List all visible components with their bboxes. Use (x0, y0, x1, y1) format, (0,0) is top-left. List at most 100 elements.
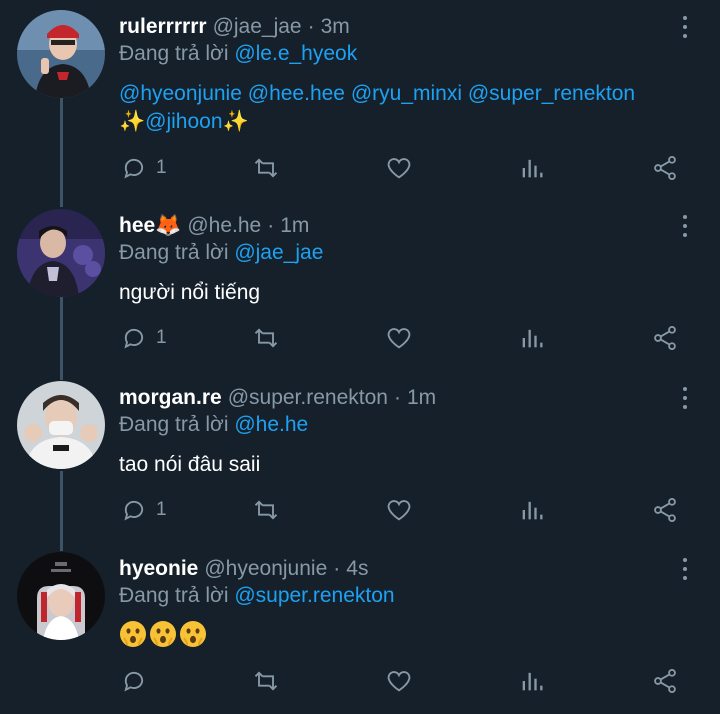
like-icon (387, 328, 411, 349)
analytics-button[interactable] (518, 152, 546, 184)
display-name[interactable]: hee🦊 (119, 214, 181, 238)
like-button[interactable] (385, 322, 413, 354)
share-button[interactable] (651, 665, 679, 697)
retweet-button[interactable] (252, 322, 280, 354)
tweet-header: hyeonie @hyeonjunie · 4s (119, 554, 680, 584)
separator-dot: · (393, 386, 401, 409)
reply-button[interactable]: 1 (120, 494, 167, 526)
astonished-face-emoji (120, 621, 146, 647)
reply-icon (124, 501, 144, 521)
mention-link[interactable]: @ryu_minxi (351, 82, 462, 105)
avatar[interactable] (17, 209, 105, 297)
retweet-button[interactable] (252, 494, 280, 526)
analytics-icon (522, 672, 543, 691)
replying-to-label: Đang trả lời (119, 241, 229, 264)
replying-to: Đang trả lời @jae_jae (119, 241, 323, 265)
replying-to: Đang trả lời @he.he (119, 413, 308, 437)
retweet-icon (254, 500, 278, 520)
like-icon (387, 158, 411, 179)
retweet-icon (254, 671, 278, 691)
replying-to: Đang trả lời @super.renekton (119, 584, 395, 608)
mention-link[interactable]: @super.renekton (234, 584, 394, 607)
tweet-header: hee🦊 @he.he · 1m (119, 211, 680, 241)
action-bar: 1 (0, 494, 720, 526)
analytics-icon (522, 501, 543, 520)
share-icon (654, 155, 676, 181)
tweet-header: rulerrrrrr @jae_jae · 3m (119, 12, 680, 42)
astonished-face-emoji (180, 621, 206, 647)
analytics-icon (522, 329, 543, 348)
tweet[interactable]: hee🦊 @he.he · 1m Đang trả lời @jae_jae n… (0, 209, 720, 369)
reply-button[interactable]: 1 (120, 322, 167, 354)
retweet-icon (254, 328, 278, 348)
mention-link[interactable]: @jihoon (145, 110, 222, 133)
share-button[interactable] (651, 494, 679, 526)
analytics-button[interactable] (518, 665, 546, 697)
tweet-text: @hyeonjunie @hee.hee @ryu_minxi @super_r… (119, 80, 699, 136)
action-bar: 1 (0, 322, 720, 354)
action-bar (0, 665, 720, 697)
retweet-button[interactable] (252, 665, 280, 697)
replying-to-label: Đang trả lời (119, 413, 229, 436)
tweet[interactable]: rulerrrrrr @jae_jae · 3m Đang trả lời @l… (0, 10, 720, 190)
more-icon[interactable] (678, 14, 692, 40)
mention-link[interactable]: @jae_jae (234, 241, 323, 264)
emoji-row (119, 620, 699, 648)
reply-button[interactable]: 1 (120, 152, 167, 184)
more-icon[interactable] (678, 213, 692, 239)
avatar[interactable] (17, 10, 105, 98)
timestamp[interactable]: 1m (407, 386, 436, 410)
analytics-button[interactable] (518, 322, 546, 354)
reply-count: 1 (156, 157, 167, 178)
timestamp[interactable]: 1m (280, 214, 309, 238)
avatar[interactable] (17, 552, 105, 640)
astonished-face-emoji (150, 621, 176, 647)
avatar[interactable] (17, 381, 105, 469)
reply-icon (124, 329, 144, 349)
like-button[interactable] (385, 665, 413, 697)
reply-count: 1 (156, 499, 167, 520)
separator-dot: · (333, 557, 341, 580)
separator-dot: · (267, 214, 275, 237)
mention-link[interactable]: @hee.hee (248, 82, 345, 105)
user-handle[interactable]: @jae_jae (213, 15, 302, 39)
tweet[interactable]: hyeonie @hyeonjunie · 4s Đang trả lời @s… (0, 552, 720, 712)
tweet[interactable]: morgan.re @super.renekton · 1m Đang trả … (0, 381, 720, 541)
like-icon (387, 671, 411, 692)
more-icon[interactable] (678, 556, 692, 582)
timestamp[interactable]: 3m (321, 15, 350, 39)
reply-count: 1 (156, 327, 167, 348)
user-handle[interactable]: @super.renekton (228, 386, 388, 410)
share-button[interactable] (651, 322, 679, 354)
like-button[interactable] (385, 152, 413, 184)
share-icon (654, 497, 676, 523)
tweet-text: người nổi tiếng (119, 281, 261, 304)
more-icon[interactable] (678, 385, 692, 411)
reply-button[interactable] (120, 665, 156, 697)
display-name[interactable]: morgan.re (119, 386, 222, 410)
like-icon (387, 500, 411, 521)
retweet-icon (254, 158, 278, 178)
timestamp[interactable]: 4s (346, 557, 368, 581)
retweet-button[interactable] (252, 152, 280, 184)
separator-dot: · (307, 15, 315, 38)
share-icon (654, 668, 676, 694)
mention-link[interactable]: @hyeonjunie (119, 82, 242, 105)
action-bar: 1 (0, 152, 720, 184)
display-name[interactable]: rulerrrrrr (119, 15, 207, 39)
reply-icon (124, 159, 144, 179)
sparkles-emoji: ✨ (222, 110, 249, 133)
user-handle[interactable]: @hyeonjunie (204, 557, 327, 581)
user-handle[interactable]: @he.he (187, 214, 261, 238)
mention-link[interactable]: @he.he (234, 413, 308, 436)
mention-link[interactable]: @le.e_hyeok (234, 42, 357, 65)
sparkles-emoji: ✨ (119, 110, 146, 133)
analytics-button[interactable] (518, 494, 546, 526)
tweet-text (119, 620, 699, 648)
analytics-icon (522, 159, 543, 178)
share-button[interactable] (651, 152, 679, 184)
like-button[interactable] (385, 494, 413, 526)
replying-to: Đang trả lời @le.e_hyeok (119, 42, 357, 66)
mention-link[interactable]: @super_renekton (468, 82, 635, 105)
display-name[interactable]: hyeonie (119, 557, 198, 581)
